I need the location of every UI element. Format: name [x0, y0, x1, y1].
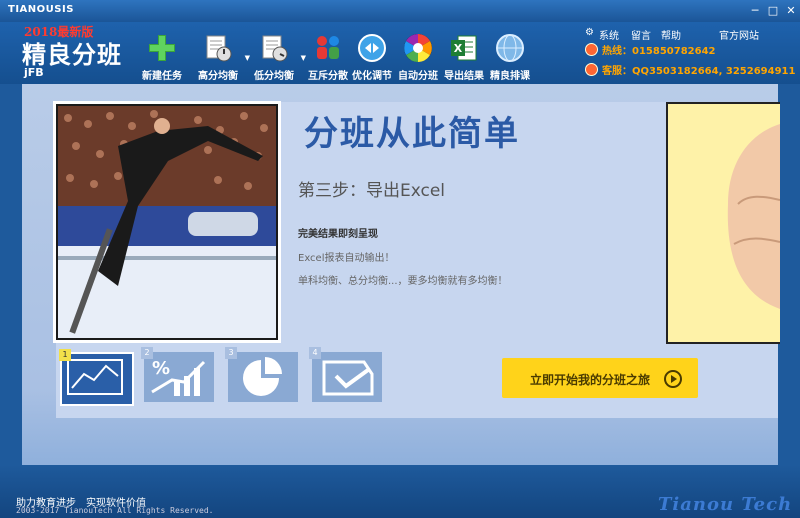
qq-icon	[585, 63, 598, 76]
footer: 助力教育进步 实现软件价值 2003-2017 TianouTech All R…	[0, 465, 800, 518]
globe-icon	[496, 34, 524, 62]
feature-line-2: Excel报表自动输出！	[298, 253, 395, 264]
low-balance-label: 低分均衡	[254, 71, 294, 82]
plus-icon	[149, 35, 175, 61]
balance-up-icon	[206, 35, 232, 62]
high-balance-label: 高分均衡	[198, 71, 238, 82]
message-link[interactable]: 留言	[631, 27, 651, 42]
new-task-label: 新建任务	[142, 71, 182, 82]
slide-thumb-2[interactable]: 2 %	[141, 347, 214, 402]
copyright: 2003-2017 TianouTech All Rights Reserved…	[16, 506, 214, 515]
start-button-label: 立即开始我的分班之旅	[530, 373, 651, 387]
percent-chart-icon: %	[151, 358, 206, 396]
service-text: 客服：QQ3503182664, 3252694911	[602, 66, 796, 77]
thumb-number: 4	[309, 347, 321, 359]
color-wheel-icon	[404, 34, 432, 62]
slide-thumb-1[interactable]: 1	[59, 349, 134, 406]
headline: 分班从此简单	[304, 114, 520, 154]
phone-icon	[585, 43, 598, 56]
start-button[interactable]: 立即开始我的分班之旅	[502, 358, 698, 398]
fist-image	[727, 124, 780, 309]
hotline-text: 热线：015850782642	[602, 46, 716, 57]
customer-service: 客服：QQ3503182664, 3252694911	[585, 62, 795, 77]
optimize-icon	[358, 34, 386, 62]
window-title: TIANOUSIS	[8, 4, 74, 15]
system-link[interactable]: 系统	[599, 27, 619, 42]
hotline: 热线：015850782642	[585, 42, 716, 57]
excel-icon: X	[451, 35, 477, 61]
new-task-button[interactable]: 新建任务	[132, 32, 192, 82]
feature-line-3: 单科均衡、总分均衡...，要多均衡就有多均衡！	[298, 276, 508, 287]
pie-chart-icon	[243, 357, 282, 396]
help-link[interactable]: 帮助	[661, 27, 681, 42]
thumb-number: 1	[59, 349, 71, 361]
balance-down-icon	[262, 35, 288, 62]
feature-line-1: 完美结果即刻呈现	[298, 229, 378, 240]
svg-text:%: %	[152, 358, 170, 379]
header: 2018最新版 精良分班 jFB 新建任务 高分均衡 ▼ 低分均衡 ▼ 互斥分散…	[0, 22, 800, 84]
main-content: 分班从此简单 第三步：导出Excel 完美结果即刻呈现 Excel报表自动输出！…	[22, 84, 780, 465]
schedule-button[interactable]: 精良排课	[480, 32, 540, 82]
step-title: 第三步：导出Excel	[298, 181, 446, 201]
high-balance-button[interactable]: 高分均衡 ▼	[188, 32, 250, 82]
close-button[interactable]: ✕	[784, 4, 798, 18]
hero-photo	[56, 104, 278, 340]
hero-image	[58, 106, 276, 338]
svg-text:X: X	[454, 42, 463, 55]
thumb-number: 2	[141, 347, 153, 359]
logo-sub: jFB	[24, 66, 44, 79]
slide-thumb-3[interactable]: 3	[225, 347, 298, 402]
export-check-icon	[322, 360, 374, 396]
gear-icon[interactable]: ⚙	[585, 27, 594, 38]
minimize-button[interactable]: ─	[748, 4, 762, 18]
side-image	[666, 102, 780, 344]
schedule-label: 精良排课	[490, 71, 530, 82]
line-chart-icon	[67, 359, 123, 395]
title-bar: TIANOUSIS ─ □ ✕	[0, 0, 800, 22]
people-icon	[317, 36, 339, 59]
official-site-link[interactable]: 官方网站	[719, 27, 759, 42]
slide-thumb-4[interactable]: 4	[309, 347, 382, 402]
maximize-button[interactable]: □	[766, 4, 780, 18]
play-icon	[664, 370, 682, 388]
brand-logo: Tianou Tech	[658, 494, 793, 515]
logo-title: 精良分班	[22, 41, 122, 69]
thumb-number: 3	[225, 347, 237, 359]
low-balance-button[interactable]: 低分均衡 ▼	[244, 32, 306, 82]
